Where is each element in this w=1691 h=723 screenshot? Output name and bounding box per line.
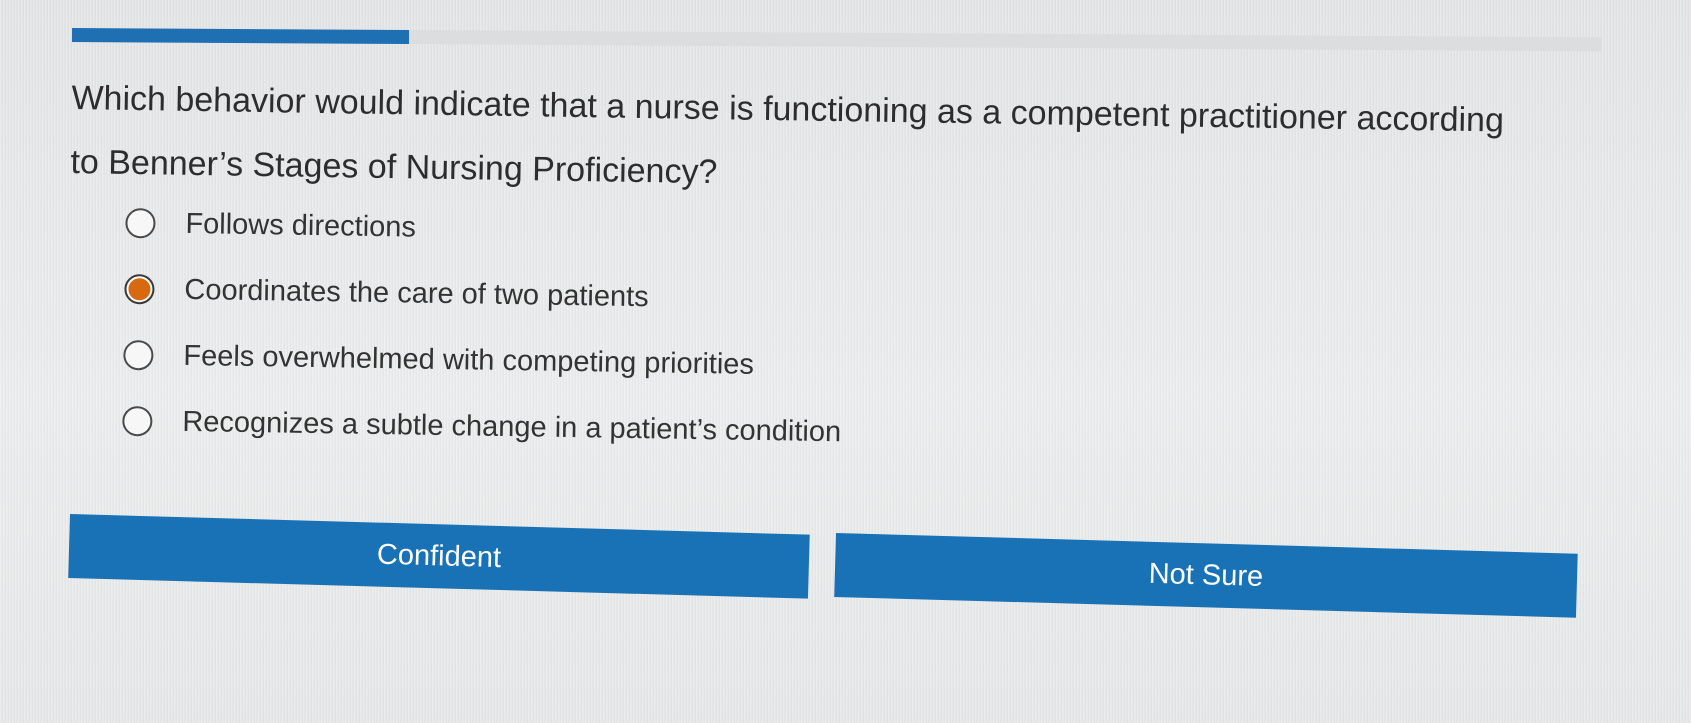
radio-dot-icon <box>128 278 151 301</box>
radio-button-selected[interactable] <box>124 273 155 305</box>
answer-option-label: Coordinates the care of two patients <box>184 273 649 313</box>
progress-bar-fill <box>71 28 409 45</box>
answer-option-4[interactable]: Recognizes a subtle change in a patient’… <box>122 388 1023 468</box>
radio-button-4[interactable] <box>122 405 153 437</box>
not-sure-button[interactable]: Not Sure <box>834 533 1578 618</box>
answer-options: Follows directions Coordinates the care … <box>122 190 1026 468</box>
quiz-screen: Which behavior would indicate that a nur… <box>0 0 1691 723</box>
radio-button-3[interactable] <box>123 339 154 371</box>
answer-option-label: Follows directions <box>185 207 417 244</box>
confident-button[interactable]: Confident <box>68 514 810 599</box>
progress-bar <box>71 28 1603 52</box>
answer-option-label: Recognizes a subtle change in a patient’… <box>182 405 842 448</box>
answer-option-label: Feels overwhelmed with competing priorit… <box>183 339 755 381</box>
radio-button-1[interactable] <box>125 207 156 239</box>
